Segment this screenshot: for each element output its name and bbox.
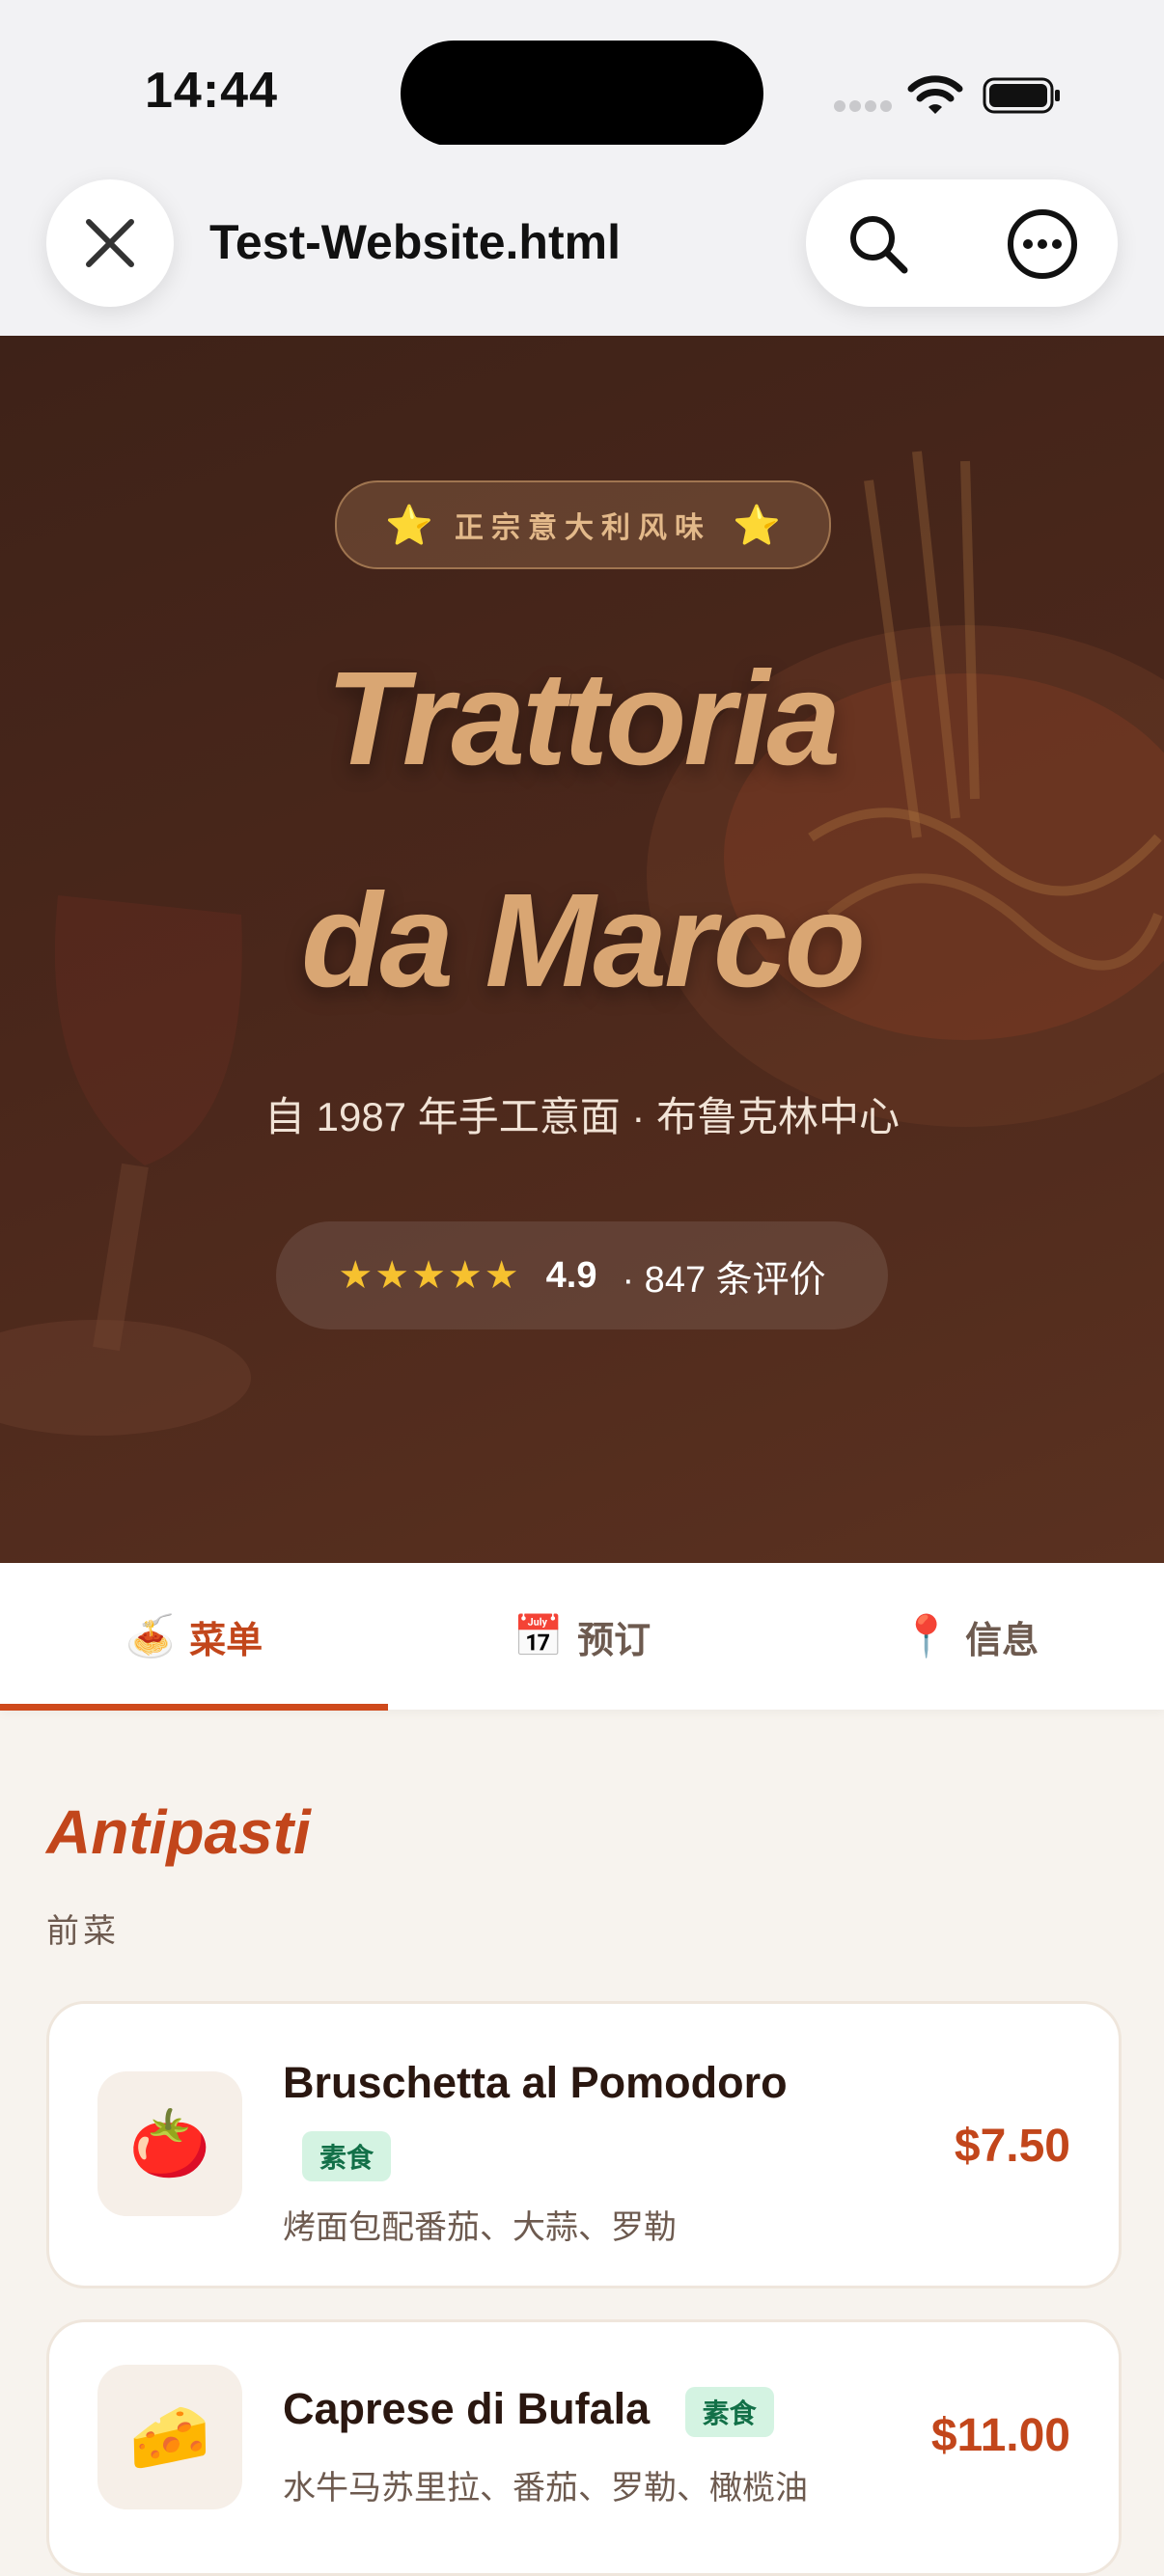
more-icon [1008,209,1077,279]
cheese-icon: 🧀 [97,2365,242,2509]
vegetarian-tag: 素食 [302,2131,392,2181]
status-time: 14:44 [145,63,278,119]
tab-reservation-label: 预订 [577,1620,651,1661]
more-options-button[interactable] [999,201,1086,288]
review-count: · 847 条评价 [622,1259,826,1301]
rating-pill: ★★★★★ 4.9 · 847 条评价 [276,1221,888,1329]
hero-section: ⭐ 正宗意大利风味 ⭐ Trattoria da Marco 自 1987 年手… [0,336,1164,1563]
close-icon [86,219,134,267]
menu-item-name: Bruschetta al Pomodoro [283,2058,788,2107]
restaurant-name-line1: Trattoria [325,644,841,793]
menu-item-card[interactable]: 🧀 Caprese di Bufala 素食 水牛马苏里拉、番茄、罗勒、橄榄油 … [46,2319,1122,2576]
tomato-icon: 🍅 [97,2071,242,2216]
tab-reservation[interactable]: 📅 预订 [388,1563,776,1710]
menu-item-card[interactable]: 🍅 Bruschetta al Pomodoro 素食 烤面包配番茄、大蒜、罗勒… [46,2001,1122,2288]
menu-item-price: $11.00 [930,2410,1070,2461]
search-icon [850,216,908,274]
menu-item-description: 水牛马苏里拉、番茄、罗勒、橄榄油 [283,2470,808,2507]
section-subtitle: 前菜 [46,1913,120,1950]
cellular-signal-icon [834,100,892,114]
search-button[interactable] [835,201,922,288]
location-pin-icon: 📍 [901,1612,953,1658]
restaurant-name-line2: da Marco [301,866,866,1015]
close-button[interactable] [46,179,174,307]
menu-item-name: Caprese di Bufala 素食 [283,2384,774,2438]
rating-stars: ★★★★★ [338,1254,521,1297]
section-title: Antipasti [46,1797,311,1867]
dynamic-island [401,41,763,147]
tab-info-label: 信息 [965,1620,1039,1661]
tab-menu-label: 菜单 [189,1620,263,1661]
page-title: Test-Website.html [209,215,621,269]
menu-item-description: 烤面包配番茄、大蒜、罗勒 [283,2209,677,2246]
calendar-icon: 📅 [513,1612,565,1658]
rating-score: 4.9 [545,1254,597,1296]
tab-bar: 🍝 菜单 📅 预订 📍 信息 [0,1563,1164,1711]
battery-icon [983,77,1060,114]
star-icon: ⭐ [385,504,433,547]
vegetarian-tag: 素食 [684,2387,774,2438]
authentic-badge: ⭐ 正宗意大利风味 ⭐ [335,480,831,569]
tab-info[interactable]: 📍 信息 [776,1563,1164,1710]
restaurant-tagline: 自 1987 年手工意面 · 布鲁克林中心 [263,1094,901,1139]
badge-text: 正宗意大利风味 [455,512,711,544]
active-tab-indicator [0,1704,388,1711]
menu-item-price: $7.50 [954,2121,1070,2172]
menu-item-name-text: Caprese di Bufala [283,2384,651,2433]
wifi-icon [907,75,963,114]
spaghetti-icon: 🍝 [125,1612,177,1658]
tab-menu[interactable]: 🍝 菜单 [0,1563,388,1710]
toolbar-actions [806,179,1118,307]
star-icon: ⭐ [733,504,781,547]
